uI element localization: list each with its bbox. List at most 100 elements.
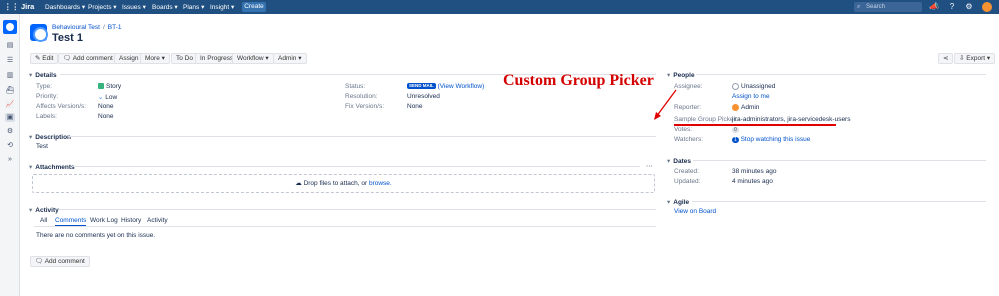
created-label: Created: [674, 168, 699, 175]
description-text[interactable]: Test [36, 143, 48, 150]
breadcrumb-project[interactable]: Behavioural Test [52, 24, 100, 31]
more-options-icon[interactable]: ⋯ [646, 162, 653, 170]
watchers-value[interactable]: 1 Stop watching this issue [732, 136, 810, 143]
project-icon[interactable] [30, 24, 48, 42]
gear-icon[interactable]: ⚙ [964, 2, 974, 12]
nav-boards[interactable]: Boards ▾ [152, 3, 178, 11]
annotation-arrow [654, 89, 677, 120]
activity-heading[interactable]: ▾ Activity [29, 206, 59, 214]
unassigned-avatar [732, 83, 739, 90]
reporter-avatar [732, 104, 739, 111]
divider [59, 209, 656, 210]
priority-value: ⌄ Low [98, 94, 118, 101]
divider [692, 201, 986, 202]
megaphone-icon[interactable]: 📣 [929, 2, 939, 12]
custom-group-picker-annotation: Custom Group Picker [503, 72, 654, 89]
status-value: SEND MAIL (View Workflow) [407, 83, 484, 90]
fix-version-label: Fix Version/s: [345, 103, 385, 110]
workflow-button[interactable]: Workflow ▾ [232, 53, 274, 64]
nav-insight[interactable]: Insight ▾ [210, 3, 234, 11]
divider [34, 226, 656, 227]
attachments-heading[interactable]: ▾ Attachments [29, 163, 75, 171]
view-workflow-link[interactable]: (View Workflow) [438, 83, 485, 90]
status-label: Status: [345, 83, 366, 90]
tab-work-log[interactable]: Work Log [90, 217, 118, 224]
chevron-down-icon: ▾ [29, 207, 33, 214]
votes-value[interactable]: 0 [732, 126, 739, 133]
todo-button[interactable]: To Do [171, 53, 198, 64]
watchers-label: Watchers: [674, 136, 704, 143]
backlog-icon[interactable]: ☰ [5, 56, 15, 65]
assign-to-me-link[interactable]: Assign to me [732, 93, 770, 100]
user-avatar[interactable] [982, 2, 992, 12]
more-button[interactable]: More ▾ [140, 53, 170, 64]
share-button[interactable]: ⋖ [938, 53, 954, 64]
resolution-label: Resolution: [345, 93, 378, 100]
nav-plans[interactable]: Plans ▾ [183, 3, 204, 11]
votes-label: Votes: [674, 126, 693, 133]
issue-title[interactable]: Test 1 [52, 32, 83, 44]
export-button[interactable]: ⇩ Export ▾ [954, 53, 996, 64]
reporter-value[interactable]: Admin [732, 104, 759, 111]
annotation-underline [674, 124, 836, 126]
group-picker-label: Sample Group Picker: [674, 116, 738, 123]
agile-heading[interactable]: ▾ Agile [667, 198, 689, 206]
nav-dashboards[interactable]: Dashboards ▾ [45, 3, 85, 11]
breadcrumb-issue-key[interactable]: BT-1 [108, 24, 122, 31]
divider [68, 136, 656, 137]
details-heading[interactable]: ▾ Details [29, 71, 57, 79]
admin-button[interactable]: Admin ▾ [273, 53, 307, 64]
nav-projects[interactable]: Projects ▾ [88, 3, 117, 11]
tab-activity[interactable]: Activity [147, 217, 168, 224]
cloud-upload-icon: ☁ [295, 180, 302, 187]
add-comment-bottom-button[interactable]: 🗨 Add comment [30, 256, 90, 267]
help-icon[interactable]: ? [947, 2, 957, 12]
tab-all[interactable]: All [40, 217, 47, 224]
expand-icon[interactable]: » [5, 155, 15, 164]
description-heading[interactable]: ▾ Description [29, 133, 71, 141]
no-comments-text: There are no comments yet on this issue. [36, 232, 156, 239]
add-comment-button[interactable]: 🗨 Add comment [58, 53, 118, 64]
search-icon: ⌕ [857, 4, 861, 10]
grid-icon[interactable]: ⋮⋮ [4, 2, 19, 11]
tab-history[interactable]: History [121, 217, 141, 224]
project-avatar[interactable] [3, 20, 17, 34]
reports-icon[interactable]: 📈 [5, 100, 15, 109]
divider [693, 160, 986, 161]
people-heading[interactable]: ▾ People [667, 71, 695, 79]
assignee-value[interactable]: Unassigned [732, 83, 775, 90]
board-icon[interactable]: ▤ [5, 41, 15, 50]
arrow-down-icon: ⌄ [98, 94, 104, 101]
group-picker-value[interactable]: jira-administrators, jira-servicedesk-us… [732, 116, 850, 123]
browse-link[interactable]: browse. [369, 180, 392, 187]
resolution-value: Unresolved [407, 93, 440, 100]
create-button[interactable]: Create [242, 2, 266, 12]
chevron-down-icon: ▾ [667, 199, 671, 206]
jira-logo[interactable]: ⋮⋮ Jira [4, 2, 34, 11]
stop-watching-link: Stop watching this issue [740, 136, 811, 143]
chevron-down-icon: ▾ [29, 164, 33, 171]
created-value: 38 minutes ago [732, 168, 777, 175]
search-input[interactable]: ⌕ Search [854, 2, 922, 12]
priority-label: Priority: [36, 93, 59, 100]
releases-icon[interactable]: ⛴ [5, 86, 15, 95]
edit-button[interactable]: ✎ Edit [30, 53, 59, 64]
project-sidebar: ▤ ☰ ▥ ⛴ 📈 ▣ ⚙ ⟲ » [0, 14, 20, 296]
top-navigation-bar: ⋮⋮ Jira Dashboards ▾ Projects ▾ Issues ▾ … [0, 0, 999, 14]
nav-issues[interactable]: Issues ▾ [122, 3, 146, 11]
tab-comments[interactable]: Comments [55, 217, 87, 226]
dates-heading[interactable]: ▾ Dates [667, 157, 691, 165]
chevron-down-icon: ▾ [667, 72, 671, 79]
attachment-dropzone[interactable]: ☁ Drop files to attach, or browse. [32, 174, 655, 193]
story-icon [98, 83, 104, 90]
updated-label: Updated: [674, 178, 701, 185]
components-icon[interactable]: ⚙ [5, 127, 15, 136]
code-icon[interactable]: ⟲ [5, 141, 15, 150]
labels-value[interactable]: None [98, 113, 114, 120]
issues-icon[interactable]: ▣ [5, 113, 15, 122]
view-on-board-link[interactable]: View on Board [674, 208, 716, 215]
chevron-down-icon: ▾ [667, 158, 671, 165]
page-icon[interactable]: ▥ [5, 71, 15, 80]
affects-value: None [98, 103, 114, 110]
updated-value: 4 minutes ago [732, 178, 773, 185]
